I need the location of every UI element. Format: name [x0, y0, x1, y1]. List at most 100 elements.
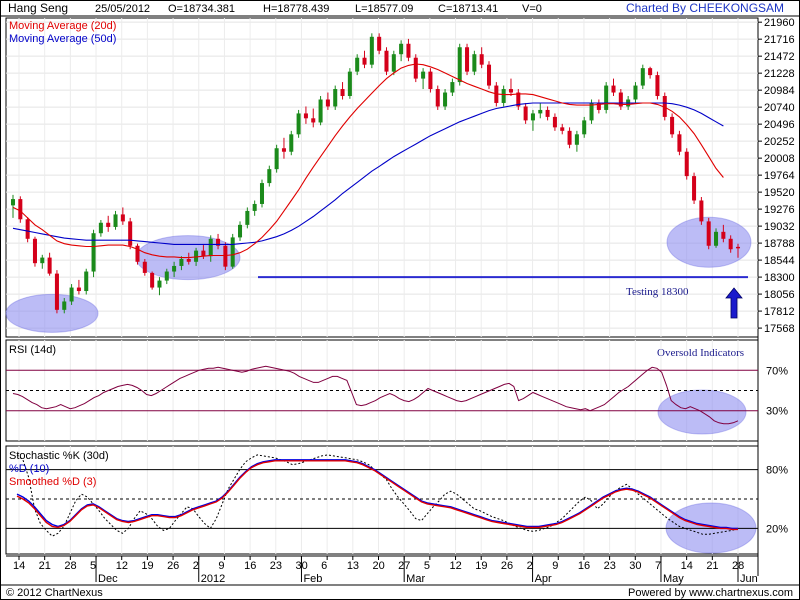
candle-body — [325, 99, 330, 107]
candle-body — [640, 68, 645, 86]
candle-body — [54, 273, 59, 310]
candle-body — [443, 92, 448, 107]
month-tick-label: Jun — [740, 573, 758, 585]
date-tick-label: 14 — [13, 560, 25, 572]
annotation-oversold: Oversold Indicators — [657, 347, 744, 359]
candle-body — [128, 221, 133, 246]
candle-body — [501, 89, 506, 103]
candle-body — [98, 222, 103, 234]
candle-body — [399, 43, 404, 55]
candle-body — [465, 47, 470, 72]
date-tick-label: 23 — [604, 560, 616, 572]
header-date: 25/05/2012 — [95, 3, 150, 15]
candle-body — [413, 57, 418, 79]
candle-body — [252, 203, 257, 211]
header-low: L=18577.09 — [355, 3, 413, 15]
candle-body — [10, 199, 16, 206]
copyright: © 2012 ChartNexus — [6, 587, 103, 599]
candle-body — [567, 130, 572, 145]
candle-body — [648, 68, 653, 76]
price-tick-label: 19764 — [764, 170, 795, 182]
date-tick-label: 20 — [373, 560, 385, 572]
candle-body — [289, 134, 294, 152]
month-tick-label: Apr — [535, 573, 552, 585]
candle-body — [538, 109, 543, 114]
price-tick-label: 21472 — [764, 51, 795, 63]
candle-body — [435, 89, 440, 107]
candle-body — [296, 113, 301, 135]
price-tick-label: 18544 — [764, 255, 795, 267]
candle-body — [32, 238, 37, 264]
date-tick-label: 9 — [218, 560, 224, 572]
symbol-title: Hang Seng — [8, 1, 68, 15]
legend-stoch-smoothed: Smoothed %D (3) — [9, 476, 96, 488]
candle-body — [457, 47, 462, 83]
price-tick-label: 19032 — [764, 221, 795, 233]
candle-body — [545, 109, 550, 117]
candle-body — [340, 89, 345, 97]
candle-body — [582, 120, 587, 135]
candle-body — [40, 257, 45, 264]
candle-body — [684, 151, 689, 177]
date-tick-label: 30 — [629, 560, 641, 572]
candle-body — [706, 221, 711, 246]
candle-body — [245, 210, 250, 225]
candle-body — [208, 238, 213, 257]
candle-body — [311, 118, 316, 123]
date-tick-label: 21 — [39, 560, 51, 572]
candle-body — [223, 245, 228, 267]
candle-body — [84, 271, 89, 292]
month-tick-label: 2012 — [201, 573, 225, 585]
legend-stoch-k: Stochastic %K (30d) — [9, 450, 109, 462]
price-tick-label: 21716 — [764, 34, 795, 46]
date-tick-label: 19 — [475, 560, 487, 572]
candle-body — [91, 233, 96, 272]
candle-body — [560, 127, 565, 131]
date-tick-label: 28 — [64, 560, 76, 572]
date-tick-label: 2 — [527, 560, 533, 572]
date-tick-label: 14 — [681, 560, 693, 572]
candle-body — [406, 43, 411, 58]
month-tick-label: May — [663, 573, 684, 585]
price-tick-label: 18788 — [764, 238, 795, 250]
month-tick-label: Dec — [98, 573, 118, 585]
stoch-tick-label: 80% — [766, 465, 788, 477]
candle-body — [333, 89, 338, 107]
date-tick-label: 19 — [141, 560, 153, 572]
price-tick-label: 19276 — [764, 204, 795, 216]
price-tick-label: 21228 — [764, 68, 795, 80]
date-tick-label: 2 — [193, 560, 199, 572]
month-tick-label: Mar — [406, 573, 425, 585]
candle-body — [523, 106, 528, 121]
date-tick-label: 12 — [116, 560, 128, 572]
candle-body — [267, 169, 272, 184]
candle-body — [655, 75, 660, 97]
date-tick-label: 7 — [655, 560, 661, 572]
candle-body — [633, 85, 638, 100]
candle-body — [391, 54, 396, 72]
panel-border-1 — [5, 339, 759, 442]
header-high: H=18778.439 — [263, 3, 329, 15]
candle-body — [164, 271, 169, 281]
price-tick-label: 17812 — [764, 306, 795, 318]
candle-body — [677, 134, 682, 152]
candle-body — [421, 71, 426, 79]
candle-body — [384, 50, 389, 72]
candle-body — [62, 301, 67, 310]
date-tick-label: 13 — [347, 560, 359, 572]
candle-body — [369, 36, 374, 65]
candle-body — [201, 250, 206, 257]
price-tick-label: 18056 — [764, 289, 795, 301]
stoch-tick-label: 20% — [766, 523, 788, 535]
candle-body — [486, 64, 492, 86]
candle-body — [142, 261, 147, 273]
rsi-tick-label: 70% — [766, 365, 788, 377]
annotation-testing: Testing 18300 — [626, 286, 689, 298]
candle-body — [179, 258, 184, 266]
price-tick-label: 18300 — [764, 272, 795, 284]
highlight-ellipse — [5, 293, 99, 333]
powered-by: Powered by www.chartnexus.com — [628, 587, 793, 599]
candle-body — [355, 57, 360, 72]
candle-body — [362, 57, 367, 65]
candle-body — [692, 176, 697, 201]
